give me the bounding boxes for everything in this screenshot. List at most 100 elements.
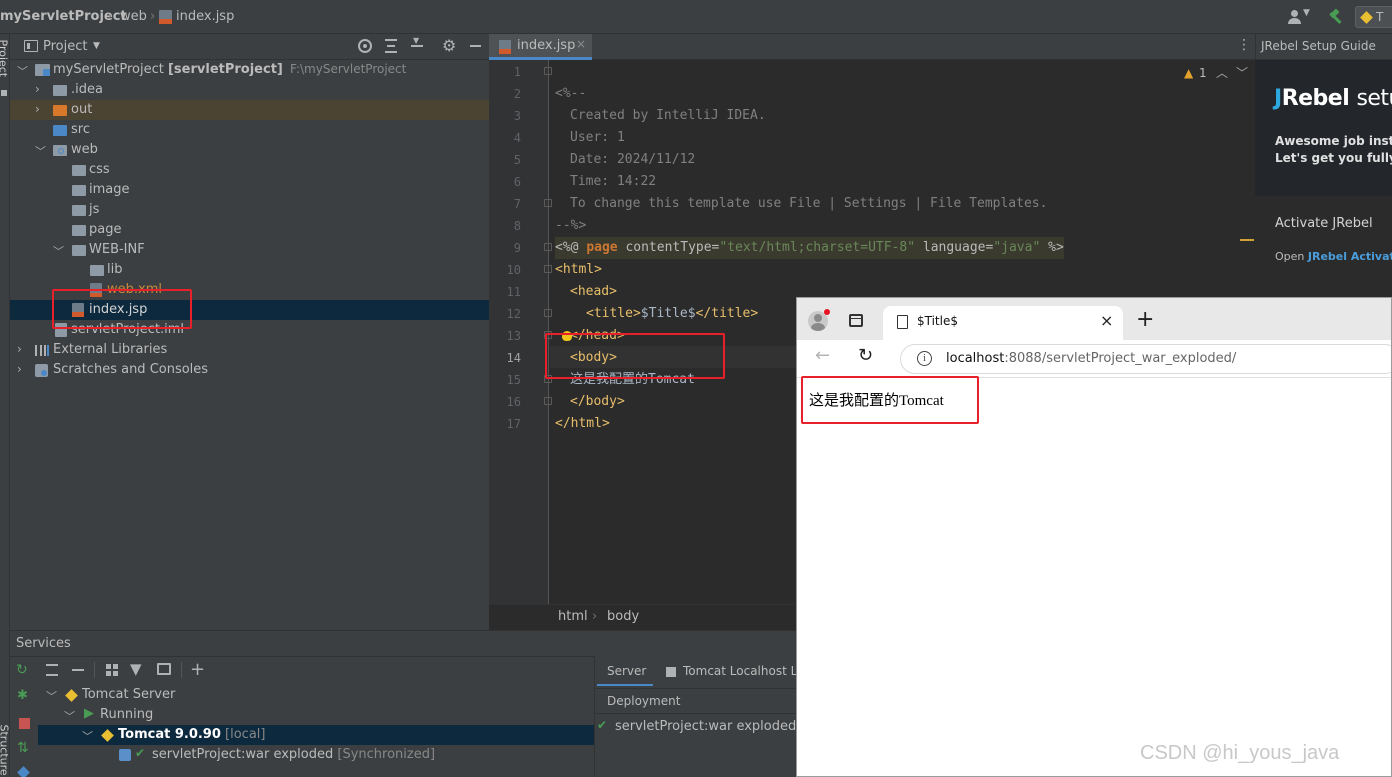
fold-marker-icon[interactable] [544, 243, 552, 251]
breadcrumb-folder[interactable]: web [120, 9, 147, 24]
folder-icon [53, 85, 67, 96]
editor-breadcrumb-html[interactable]: html [558, 609, 588, 624]
services-tomcat-server[interactable]: Tomcat Server [82, 687, 175, 702]
jsp-file-icon [499, 40, 511, 54]
jrebel-panel-title: JRebel Setup Guide [1261, 39, 1376, 53]
tree-item-external-libraries[interactable]: External Libraries [53, 342, 167, 357]
services-tab-server[interactable]: Server [607, 664, 646, 678]
chevron-down-icon[interactable]: ▼ [1303, 8, 1310, 18]
tree-item-scratches[interactable]: Scratches and Consoles [53, 362, 208, 377]
close-tab-icon[interactable]: × [1100, 311, 1113, 330]
hide-panel-icon[interactable] [470, 45, 481, 47]
root-module: [servletProject] [167, 62, 283, 77]
jrebel-desc-line-1: Awesome job insta [1275, 134, 1392, 148]
chevron-down-icon[interactable]: ﹀ [1236, 64, 1248, 81]
tree-item-out[interactable]: out [71, 102, 92, 117]
back-icon[interactable]: ← [815, 345, 830, 366]
code-line: Created by IntelliJ IDEA. [570, 108, 766, 123]
module-folder-icon [35, 64, 50, 76]
watermark: CSDN @hi_yous_java [1140, 742, 1340, 764]
close-tab-icon[interactable]: × [576, 37, 586, 51]
locate-file-icon[interactable] [358, 39, 372, 53]
editor-tab-index-jsp[interactable]: index.jsp × [489, 34, 592, 60]
project-panel-title[interactable]: Project [43, 39, 87, 54]
chevron-down-icon[interactable]: ﹀ [35, 143, 46, 159]
fold-marker-icon[interactable] [544, 397, 552, 405]
notification-dot [824, 309, 830, 315]
refresh-icon[interactable]: ↻ [858, 345, 873, 366]
add-service-icon[interactable]: + [190, 659, 205, 680]
expand-all-icon[interactable] [46, 664, 58, 676]
services-running[interactable]: Running [100, 707, 153, 722]
browser-tab[interactable]: $Title$ × [883, 306, 1123, 340]
project-view-dropdown-icon[interactable]: ▼ [93, 41, 100, 51]
update-icon[interactable]: ⇅ [17, 740, 29, 756]
chevron-right-icon[interactable]: › [17, 362, 22, 376]
services-tab-log[interactable]: Tomcat Localhost Log [683, 664, 812, 678]
chevron-right-icon[interactable]: › [17, 342, 22, 356]
chevron-right-icon[interactable]: › [35, 82, 40, 96]
new-tab-icon[interactable]: + [1136, 307, 1154, 332]
build-hammer-icon[interactable] [1327, 8, 1343, 25]
info-icon[interactable]: i [917, 351, 932, 366]
user-icon[interactable] [1287, 10, 1301, 24]
expand-all-icon[interactable] [385, 39, 397, 53]
tree-item-web-inf[interactable]: WEB-INF [89, 242, 145, 257]
fold-marker-icon[interactable] [544, 309, 552, 317]
jrebel-banner [1255, 60, 1392, 196]
tab-actions-icon[interactable] [849, 314, 863, 327]
fold-marker-icon[interactable] [544, 265, 552, 273]
code-line: Date: 2024/11/12 [570, 152, 696, 167]
highlight-box-code [545, 333, 725, 379]
deployment-item[interactable]: servletProject:war exploded [615, 719, 796, 734]
more-options-icon[interactable]: ⋮ [1237, 37, 1251, 53]
tree-item-image[interactable]: image [89, 182, 130, 197]
tree-item-src[interactable]: src [71, 122, 90, 137]
run-configuration-selector[interactable]: T [1355, 6, 1392, 28]
code-line: User: 1 [570, 130, 625, 145]
root-name: myServletProject [53, 62, 164, 77]
chevron-down-icon[interactable]: ﹀ [17, 63, 28, 79]
deploy-icon[interactable]: ✱ [17, 688, 28, 703]
root-path: F:\myServletProject [290, 62, 407, 76]
gear-icon[interactable]: ⚙ [442, 36, 456, 55]
collapse-all-icon[interactable]: ▼ [411, 36, 423, 53]
folder-icon [72, 165, 86, 176]
collapse-all-icon[interactable] [72, 669, 84, 671]
breadcrumb-separator-icon: › [592, 609, 598, 624]
stop-icon[interactable] [19, 718, 30, 729]
group-by-icon[interactable] [106, 664, 118, 676]
artifact-icon [119, 749, 131, 761]
chevron-down-icon[interactable]: ﹀ [64, 708, 75, 724]
chevron-down-icon[interactable]: ﹀ [46, 688, 57, 704]
services-tomcat-instance[interactable]: Tomcat 9.0.90 [local] [118, 727, 265, 742]
tree-item-web[interactable]: web [71, 142, 98, 157]
address-bar[interactable]: i localhost:8088/servletProject_war_expl… [900, 344, 1391, 374]
tree-item-lib[interactable]: lib [107, 262, 122, 277]
editor-breadcrumb-body[interactable]: body [607, 609, 639, 624]
web-folder-icon [53, 145, 67, 156]
chevron-down-icon[interactable]: ﹀ [53, 243, 64, 259]
editor-tabs [489, 34, 1255, 60]
structure-stripe-button[interactable]: Structure [0, 725, 11, 777]
log-icon [666, 667, 676, 677]
toolbar-divider [181, 662, 182, 678]
tree-item-css[interactable]: css [89, 162, 110, 177]
new-tab-icon[interactable] [157, 663, 171, 675]
tree-item-page[interactable]: page [89, 222, 121, 237]
warning-icon[interactable]: ▲ [1184, 66, 1193, 80]
chevron-down-icon[interactable]: ﹀ [82, 728, 93, 744]
chevron-right-icon[interactable]: › [35, 102, 40, 116]
jrebel-open-activation[interactable]: Open JRebel Activatio [1275, 250, 1392, 263]
fold-marker-icon[interactable] [544, 67, 552, 75]
services-artifact[interactable]: servletProject:war exploded [Synchronize… [152, 747, 435, 762]
tree-item-idea[interactable]: .idea [71, 82, 103, 97]
project-stripe-button[interactable]: Project [0, 40, 10, 90]
chevron-up-icon[interactable]: ︿ [1216, 64, 1228, 81]
fold-marker-icon[interactable] [544, 199, 552, 207]
rerun-icon[interactable]: ↻ [16, 662, 28, 678]
filter-icon[interactable]: ▼ [130, 660, 142, 678]
tree-item-js[interactable]: js [89, 202, 99, 217]
project-root-name[interactable]: myServletProject [servletProject] F:\myS… [53, 62, 406, 77]
breadcrumb-file[interactable]: index.jsp [176, 9, 234, 24]
